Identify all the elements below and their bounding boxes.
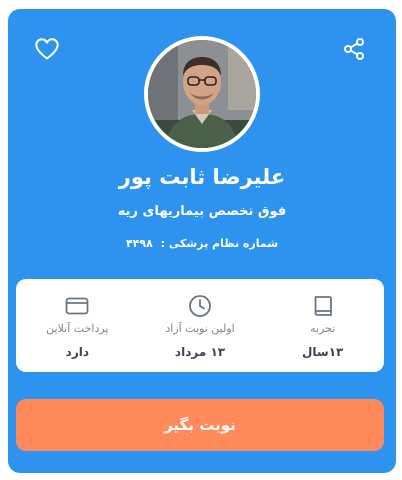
doctor-photo	[148, 40, 256, 148]
payment-value: دارد	[65, 345, 89, 359]
credit-card-icon	[65, 297, 89, 315]
book-icon	[314, 296, 332, 316]
doctor-name: علیرضا ثابت پور	[118, 165, 286, 189]
doctor-card: علیرضا ثابت پور فوق تخصص بیماریهای ریه ش…	[8, 9, 396, 473]
share-button[interactable]	[339, 34, 369, 64]
license-number: ۴۴۹۸	[125, 237, 153, 250]
heart-icon	[35, 38, 59, 60]
payment-label: پرداخت آنلاین	[46, 322, 109, 335]
book-appointment-button[interactable]: نوبت بگیر	[16, 399, 384, 451]
license-label: شماره نظام پزشکی :	[160, 237, 279, 250]
share-icon	[344, 38, 364, 60]
doctor-specialty: فوق تخصص بیماریهای ریه	[117, 204, 287, 219]
info-appointment: اولین نوبت آزاد ۱۳ مرداد	[139, 279, 262, 372]
favorite-button[interactable]	[32, 34, 62, 64]
license-info: شماره نظام پزشکی : ۴۴۹۸	[8, 237, 396, 250]
experience-label: تجربه	[310, 322, 336, 335]
experience-value: ۱۳سال	[301, 345, 344, 359]
appointment-label: اولین نوبت آزاد	[165, 322, 235, 335]
avatar	[148, 40, 256, 148]
info-experience: تجربه ۱۳سال	[261, 279, 384, 372]
info-payment: پرداخت آنلاین دارد	[16, 279, 139, 372]
clock-icon	[189, 295, 211, 317]
avatar-frame	[144, 36, 260, 152]
appointment-value: ۱۳ مرداد	[174, 345, 226, 359]
info-panel: پرداخت آنلاین دارد اولین نوبت آزاد ۱۳ مر…	[16, 279, 384, 372]
